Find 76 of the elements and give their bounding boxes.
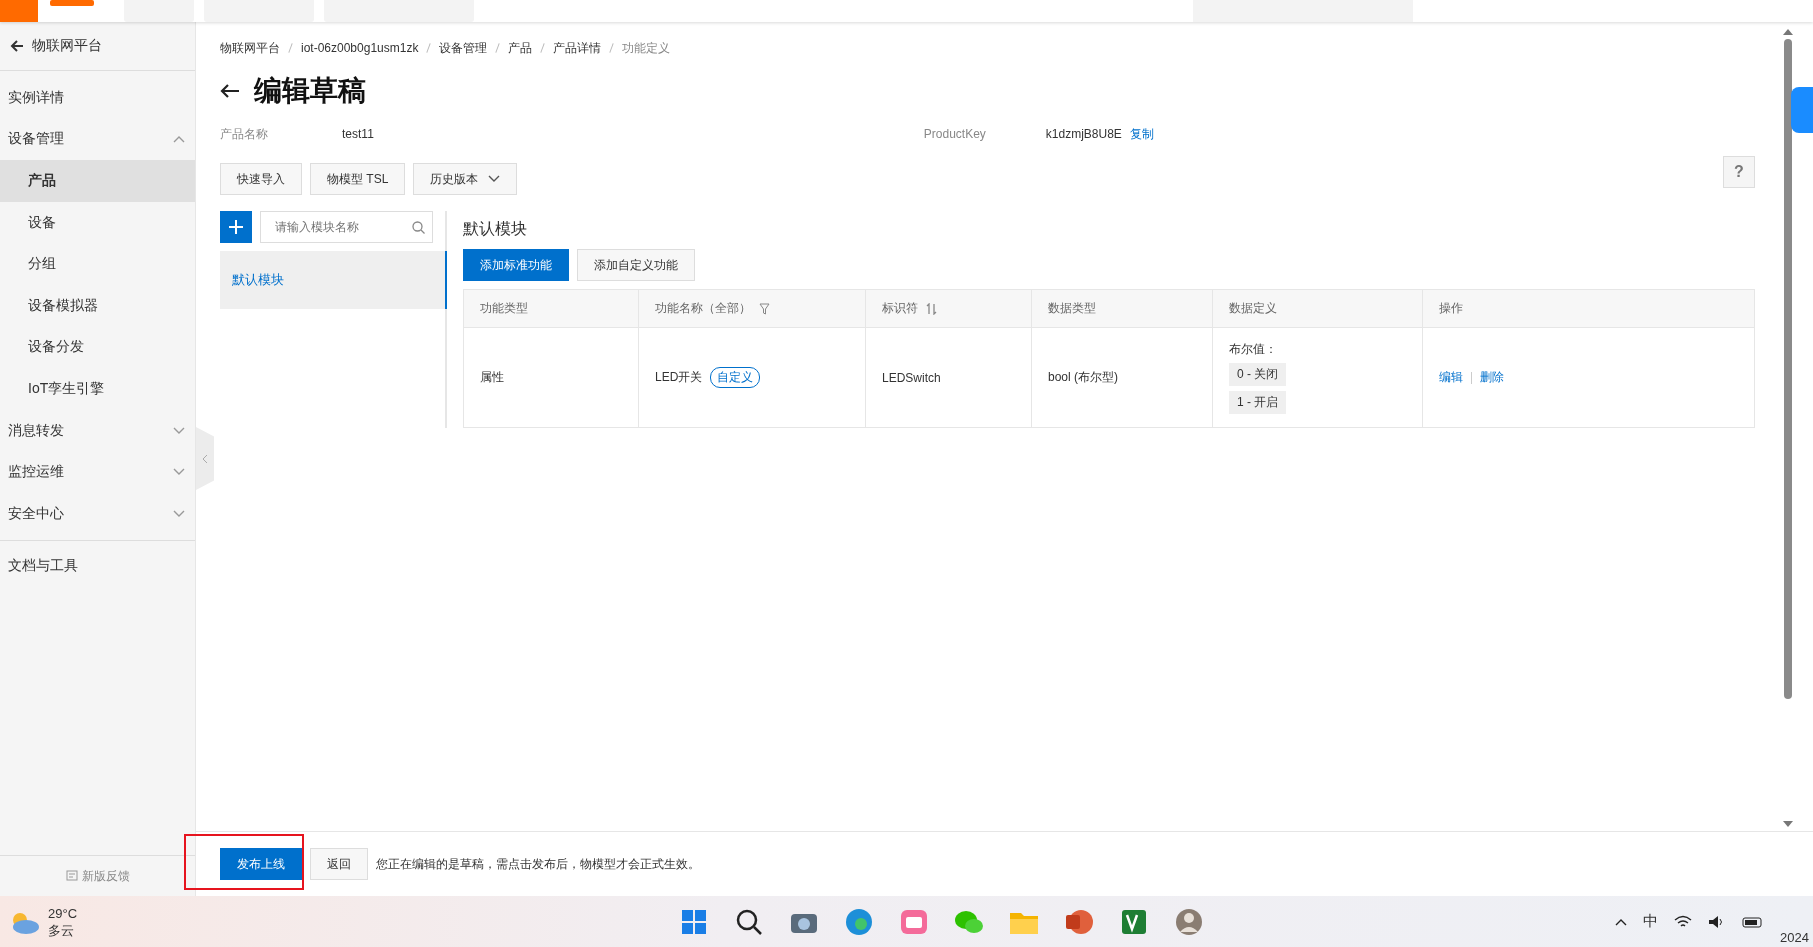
breadcrumb-link[interactable]: 产品 — [508, 39, 533, 57]
field-value: test11 — [342, 127, 374, 141]
field-label: 产品名称 — [220, 125, 269, 143]
table-cell: bool (布尔型) — [1031, 327, 1213, 428]
value-chip: 1 - 开启 — [1229, 391, 1287, 414]
nav-item[interactable]: 设备分发 — [0, 326, 195, 369]
back-button[interactable]: 返回 — [310, 848, 368, 880]
help-button[interactable]: ? — [1723, 156, 1755, 188]
nav-item[interactable]: 安全中心 — [0, 492, 195, 535]
input-method-indicator[interactable]: 中 — [1643, 912, 1659, 931]
nav-item[interactable]: 产品 — [0, 160, 195, 202]
nav-item[interactable]: 设备 — [0, 201, 195, 244]
chevron-down-icon[interactable] — [173, 509, 185, 518]
breadcrumb-link[interactable]: 产品详情 — [553, 39, 602, 57]
copy-link[interactable]: 复制 — [1129, 125, 1154, 143]
dropdown-button[interactable]: 历史版本 — [413, 163, 518, 195]
nav-item[interactable]: 实例详情 — [0, 77, 195, 119]
nav-item[interactable]: 监控运维 — [0, 451, 195, 493]
back-arrow-icon[interactable] — [10, 39, 24, 53]
action-link[interactable]: 删除 — [1480, 370, 1504, 384]
sort-icon[interactable] — [926, 302, 937, 315]
chevron-down-icon[interactable] — [173, 426, 185, 435]
battery-icon[interactable] — [1742, 914, 1765, 929]
column-header: 功能类型 — [480, 300, 528, 317]
table-cell: 属性 — [463, 327, 639, 428]
temperature-text: 29°C — [48, 904, 78, 922]
feedback-icon — [65, 870, 78, 882]
table-cell: LED开关 — [655, 370, 703, 384]
column-header: 数据类型 — [1048, 300, 1096, 317]
chevron-down-icon[interactable] — [173, 468, 185, 477]
nav-item[interactable]: 设备模拟器 — [0, 284, 195, 327]
section-title: 默认模块 — [463, 218, 528, 239]
breadcrumb-link[interactable]: 物联网平台 — [220, 39, 280, 57]
weather-text: 多云 — [48, 921, 75, 939]
wifi-icon[interactable] — [1674, 914, 1693, 929]
scroll-up-icon[interactable] — [1783, 28, 1793, 35]
breadcrumb-link[interactable]: iot-06z00b0g1usm1zk — [301, 41, 419, 55]
nav-item[interactable]: 分组 — [0, 243, 195, 285]
plus-icon — [229, 220, 243, 234]
column-header: 操作 — [1439, 300, 1463, 317]
hint-text: 您正在编辑的是草稿，需点击发布后，物模型才会正式生效。 — [376, 855, 700, 873]
toolbar-button[interactable]: 快速导入 — [220, 163, 302, 195]
nav-item[interactable]: 设备管理 — [0, 118, 195, 161]
module-item[interactable]: 默认模块 — [220, 251, 447, 309]
page-title: 编辑草稿 — [254, 74, 366, 108]
table-cell-text: 布尔值： — [1229, 341, 1278, 358]
breadcrumb-link[interactable]: 设备管理 — [439, 39, 488, 57]
breadcrumb-current: 功能定义 — [622, 39, 671, 57]
back-link[interactable]: 物联网平台 — [32, 37, 102, 55]
tag: 自定义 — [710, 367, 761, 388]
filter-icon[interactable] — [759, 302, 770, 315]
nav-item[interactable]: 文档与工具 — [0, 545, 195, 588]
chevron-up-icon[interactable] — [1615, 917, 1628, 926]
search-field[interactable]: 请输入模块名称 — [260, 211, 433, 243]
column-header: 功能名称（全部） — [655, 300, 751, 317]
clock-text: 2024 — [1780, 930, 1809, 945]
chevron-left-icon — [202, 453, 208, 464]
nav-item[interactable]: IoT孪生引擎 — [0, 368, 195, 410]
logo-icon — [50, 0, 94, 6]
back-arrow-icon[interactable] — [220, 83, 240, 99]
column-header: 标识符 — [882, 300, 918, 317]
column-header: 数据定义 — [1229, 300, 1277, 317]
add-button[interactable] — [220, 211, 252, 243]
action-button[interactable]: 添加自定义功能 — [577, 249, 695, 281]
action-link[interactable]: 编辑 — [1439, 370, 1463, 384]
publish-button[interactable]: 发布上线 — [220, 848, 302, 880]
nav-item[interactable]: 消息转发 — [0, 409, 195, 452]
value-chip: 0 - 关闭 — [1229, 363, 1287, 386]
caret-icon — [488, 175, 501, 183]
field-label: ProductKey — [923, 127, 987, 141]
scrollbar[interactable] — [1781, 28, 1795, 828]
action-button[interactable]: 添加标准功能 — [463, 249, 569, 281]
toolbar-button[interactable]: 物模型 TSL — [310, 163, 406, 195]
table-cell: LEDSwitch — [865, 327, 1032, 428]
scroll-down-icon[interactable] — [1783, 821, 1793, 828]
field-value: k1dzmjB8U8E — [1045, 127, 1122, 141]
